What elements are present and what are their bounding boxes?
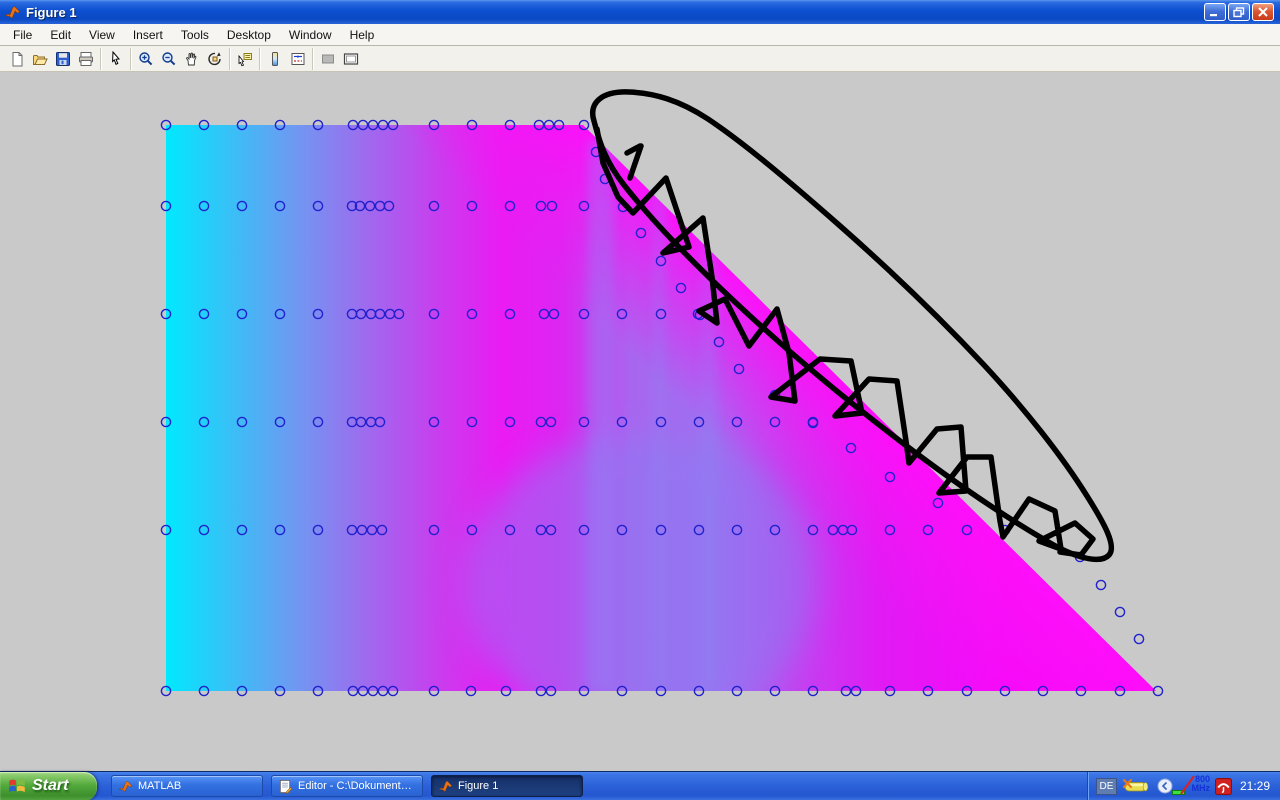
insert-legend-button[interactable]	[286, 48, 309, 70]
task-buttons: MATLAB Editor - C:\Dokument… Figure 1	[111, 775, 1087, 797]
data-point-marker	[1115, 607, 1124, 616]
show-plot-tools-button[interactable]	[339, 48, 362, 70]
insert-legend-icon	[290, 51, 306, 67]
cpu-meter-icon	[1172, 790, 1185, 795]
rotate-3d-icon	[207, 51, 223, 67]
toolbar-group	[313, 48, 365, 70]
edit-plot-button[interactable]	[104, 48, 127, 70]
avira-antivirus-icon[interactable]	[1215, 778, 1232, 795]
menu-bar: FileEditViewInsertToolsDesktopWindowHelp	[0, 24, 1280, 46]
figure-toolbar	[0, 46, 1280, 72]
cpu-frequency-indicator[interactable]: 800 MHz	[1178, 774, 1210, 798]
data-cursor-icon	[237, 51, 253, 67]
zoom-out-icon	[161, 51, 177, 67]
pan-button[interactable]	[180, 48, 203, 70]
system-tray: DE 800 MHz 21:29	[1087, 772, 1280, 800]
figure-canvas[interactable]	[0, 72, 1280, 771]
open-file-icon	[32, 51, 48, 67]
menu-item-view[interactable]: View	[80, 26, 124, 44]
edit-plot-icon	[108, 51, 124, 67]
zoom-in-button[interactable]	[134, 48, 157, 70]
taskbar-button-figure-1[interactable]: Figure 1	[431, 775, 583, 797]
cpu-freq-unit: MHz	[1191, 784, 1210, 793]
data-cursor-button[interactable]	[233, 48, 256, 70]
open-file-button[interactable]	[28, 48, 51, 70]
toolbar-group	[131, 48, 230, 70]
toolbar-group	[101, 48, 131, 70]
menu-item-window[interactable]: Window	[280, 26, 341, 44]
data-point-marker	[1134, 634, 1143, 643]
menu-item-desktop[interactable]: Desktop	[218, 26, 280, 44]
data-point-marker	[1096, 580, 1105, 589]
plot-area[interactable]	[0, 72, 1280, 771]
windows-flag-icon	[7, 776, 27, 796]
zoom-out-button[interactable]	[157, 48, 180, 70]
menu-item-insert[interactable]: Insert	[124, 26, 172, 44]
show-plot-tools-icon	[343, 51, 359, 67]
screen: Figure 1 FileEditViewInsertToolsDesktopW…	[0, 0, 1280, 800]
task-label: Editor - C:\Dokument…	[298, 780, 412, 792]
window-title: Figure 1	[26, 5, 1204, 20]
print-figure-icon	[78, 51, 94, 67]
hide-plot-tools-button[interactable]	[316, 48, 339, 70]
clock: 21:29	[1240, 779, 1270, 793]
menu-item-help[interactable]: Help	[341, 26, 384, 44]
start-label: Start	[32, 777, 68, 795]
menu-item-file[interactable]: File	[4, 26, 41, 44]
minimize-button[interactable]	[1204, 3, 1226, 21]
new-figure-button[interactable]	[5, 48, 28, 70]
task-label: Figure 1	[458, 780, 498, 792]
taskbar-button-editor-c-dokument[interactable]: Editor - C:\Dokument…	[271, 775, 423, 797]
toolbar-group	[260, 48, 313, 70]
taskbar: Start MATLAB Editor - C:\Dokument… Figure …	[0, 771, 1280, 800]
insert-colorbar-button[interactable]	[263, 48, 286, 70]
close-button[interactable]	[1252, 3, 1274, 21]
matlab-figure-icon	[4, 4, 21, 21]
hide-plot-tools-icon	[320, 51, 336, 67]
annotation-stroke	[627, 146, 641, 178]
task-label: MATLAB	[138, 780, 181, 792]
save-figure-icon	[55, 51, 71, 67]
pan-icon	[184, 51, 200, 67]
window-titlebar: Figure 1	[0, 0, 1280, 24]
toolbar-group	[2, 48, 101, 70]
restore-button[interactable]	[1228, 3, 1250, 21]
insert-colorbar-icon	[267, 51, 283, 67]
rotate-3d-button[interactable]	[203, 48, 226, 70]
hide-icons-chevron-icon[interactable]	[1157, 778, 1173, 794]
matlab-icon	[438, 779, 453, 794]
menu-item-tools[interactable]: Tools	[172, 26, 218, 44]
matlab-icon	[118, 779, 133, 794]
print-figure-button[interactable]	[74, 48, 97, 70]
toolbar-group	[230, 48, 260, 70]
zoom-in-icon	[138, 51, 154, 67]
new-figure-icon	[9, 51, 25, 67]
taskbar-button-matlab[interactable]: MATLAB	[111, 775, 263, 797]
save-figure-button[interactable]	[51, 48, 74, 70]
editor-icon	[278, 779, 293, 794]
menu-item-edit[interactable]: Edit	[41, 26, 80, 44]
language-indicator[interactable]: DE	[1096, 778, 1117, 795]
battery-icon[interactable]	[1122, 778, 1152, 794]
start-button[interactable]: Start	[0, 772, 97, 800]
